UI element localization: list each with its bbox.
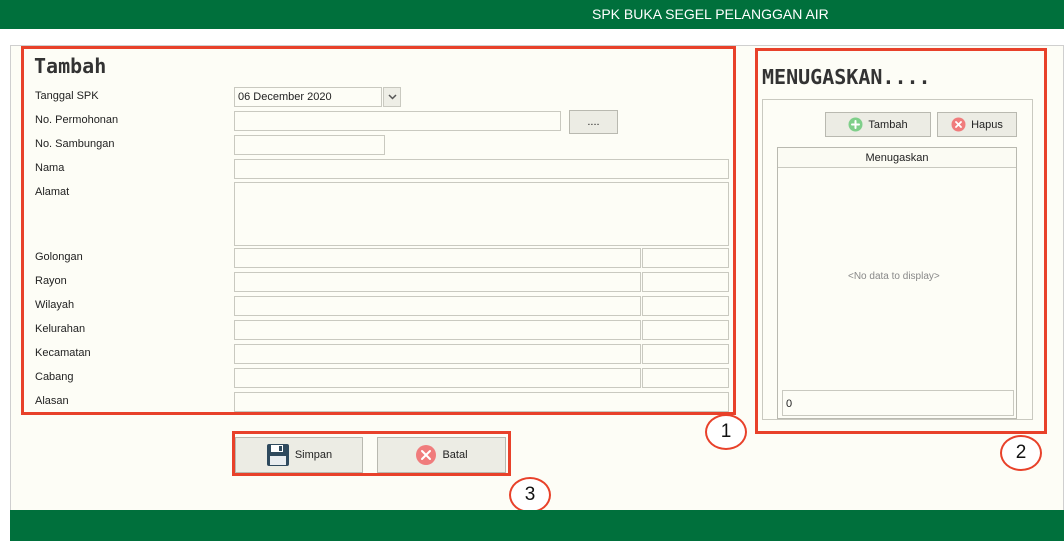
bottom-footer-bar [10,510,1064,541]
highlight-form-section [21,46,736,415]
highlight-assign-section [755,48,1047,434]
highlight-action-buttons [232,431,511,476]
top-header-bar: SPK BUKA SEGEL PELANGGAN AIR [0,0,1064,29]
callout-1: 1 [705,414,747,450]
callout-2: 2 [1000,435,1042,471]
page-title: SPK BUKA SEGEL PELANGGAN AIR [592,6,829,22]
callout-3: 3 [509,477,551,513]
